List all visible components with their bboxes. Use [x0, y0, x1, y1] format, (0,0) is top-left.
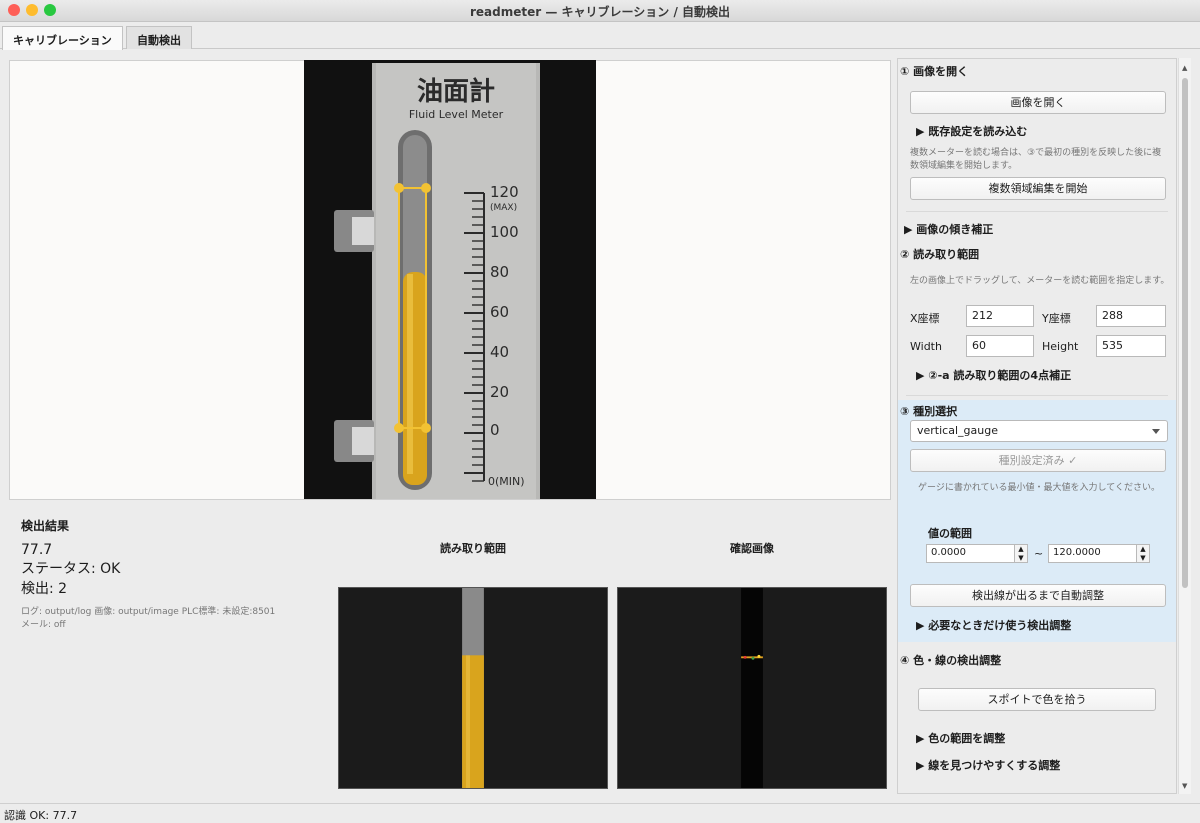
max-stepper[interactable]: ▲ ▼	[1136, 544, 1150, 563]
multi-region-button[interactable]: 複数領域編集を開始	[910, 177, 1166, 200]
scroll-down-icon[interactable]: ▼	[1182, 782, 1187, 790]
result-value: 77.7	[21, 542, 53, 558]
tab-auto-detect[interactable]: 自動検出	[126, 26, 192, 49]
section-open-image-title: ① 画像を開く	[900, 65, 969, 78]
height-input[interactable]: 535	[1096, 335, 1166, 357]
x-input[interactable]: 212	[966, 305, 1034, 327]
result-count: 検出: 2	[21, 581, 68, 597]
height-label: Height	[1042, 340, 1079, 353]
range-label: 値の範囲	[928, 527, 972, 540]
section-roi-title: ② 読み取り範囲	[900, 248, 980, 261]
detection-results: 検出結果 77.7 ステータス: OK 検出: 2 ログ: output/log…	[21, 517, 321, 630]
type-select-value: vertical_gauge	[917, 424, 998, 437]
auto-adjust-button[interactable]: 検出線が出るまで自動調整	[910, 584, 1166, 607]
scale-label-60: 60	[490, 303, 509, 321]
mail-status: メール: off	[21, 620, 66, 630]
roi-note: 左の画像上でドラッグして、メーターを読む範囲を指定します。	[910, 276, 1170, 286]
scale-label-100: 100	[490, 223, 519, 241]
tilt-correction-toggle[interactable]: ▶ 画像の傾き補正	[904, 221, 993, 237]
confirm-preview-title: 確認画像	[730, 542, 774, 555]
scale-label-min: 0(MIN)	[488, 475, 525, 488]
y-label: Y座標	[1042, 312, 1071, 325]
gauge-title-en: Fluid Level Meter	[409, 108, 504, 121]
roi-handle-br	[421, 423, 431, 433]
scale-label-40: 40	[490, 343, 509, 361]
min-stepper[interactable]: ▲ ▼	[1014, 544, 1028, 563]
oil-column	[403, 272, 427, 485]
log-paths: ログ: output/log 画像: output/image PLC標準: 未…	[21, 607, 276, 617]
tab-bar: キャリブレーション 自動検出	[0, 23, 1200, 50]
tab-calibration[interactable]: キャリブレーション	[2, 26, 123, 50]
settings-panel[interactable]: ① 画像を開く 画像を開く ▶ 既存設定を読み込む 複数メーターを読む場合は、③…	[897, 58, 1177, 794]
separator	[906, 395, 1168, 396]
roi-preview	[338, 587, 608, 789]
eyedropper-button[interactable]: スポイトで色を拾う	[918, 688, 1156, 711]
detect-adjust-toggle[interactable]: ▶ 必要なときだけ使う検出調整	[916, 617, 1071, 633]
scrollbar-thumb[interactable]	[1182, 78, 1188, 588]
scroll-up-icon[interactable]: ▲	[1182, 64, 1187, 72]
status-text: 認識 OK: 77.7	[4, 809, 78, 822]
result-status: ステータス: OK	[21, 561, 121, 577]
open-image-button[interactable]: 画像を開く	[910, 91, 1166, 114]
chevron-down-icon	[1152, 429, 1160, 434]
section-type-title: ③ 種別選択	[900, 405, 958, 418]
window-title: readmeter — キャリブレーション / 自動検出	[469, 5, 731, 19]
gauge-image[interactable]: 油面計 Fluid Level Meter 120 (MAX) 100 80 6…	[304, 60, 596, 499]
color-range-toggle[interactable]: ▶ 色の範囲を調整	[916, 730, 1005, 746]
scale-label-0: 0	[490, 421, 500, 439]
scale-label-max: (MAX)	[490, 203, 517, 213]
multi-meter-note: 複数メーターを読む場合は、③で最初の種別を反映した後に複数領域編集を開始します。	[910, 148, 1162, 171]
section-color-line-title: ④ 色・線の検出調整	[900, 654, 1002, 667]
min-value-input[interactable]: 0.0000	[926, 544, 1028, 563]
type-select[interactable]: vertical_gauge	[910, 420, 1168, 442]
gauge-title-jp: 油面計	[417, 76, 495, 107]
results-heading: 検出結果	[21, 519, 70, 533]
load-settings-toggle[interactable]: ▶ 既存設定を読み込む	[916, 123, 1027, 139]
type-set-button[interactable]: 種別設定済み ✓	[910, 449, 1166, 472]
scale-label-120: 120	[490, 183, 519, 201]
confirm-preview	[617, 587, 887, 789]
roi-handle-tr	[421, 183, 431, 193]
status-bar: 認識 OK: 77.7	[0, 803, 1200, 822]
y-input[interactable]: 288	[1096, 305, 1166, 327]
preview-oil	[462, 655, 484, 788]
scale-label-80: 80	[490, 263, 509, 281]
title-bar: readmeter — キャリブレーション / 自動検出	[0, 0, 1200, 22]
width-input[interactable]: 60	[966, 335, 1034, 357]
range-note: ゲージに書かれている最小値・最大値を入力してください。	[918, 483, 1161, 493]
roi-handle-tl	[394, 183, 404, 193]
width-label: Width	[910, 340, 942, 353]
four-point-toggle[interactable]: ▶ ②-a 読み取り範囲の4点補正	[916, 367, 1071, 383]
roi-handle-bl	[394, 423, 404, 433]
scale-label-20: 20	[490, 383, 509, 401]
line-adjust-toggle[interactable]: ▶ 線を見つけやすくする調整	[916, 757, 1060, 773]
roi-preview-title: 読み取り範囲	[440, 542, 506, 555]
panel-scrollbar[interactable]: ▲ ▼	[1178, 58, 1191, 794]
x-label: X座標	[910, 312, 940, 325]
max-value-input[interactable]: 120.0000	[1048, 544, 1150, 563]
range-separator: ~	[1034, 547, 1044, 560]
separator	[906, 211, 1168, 212]
